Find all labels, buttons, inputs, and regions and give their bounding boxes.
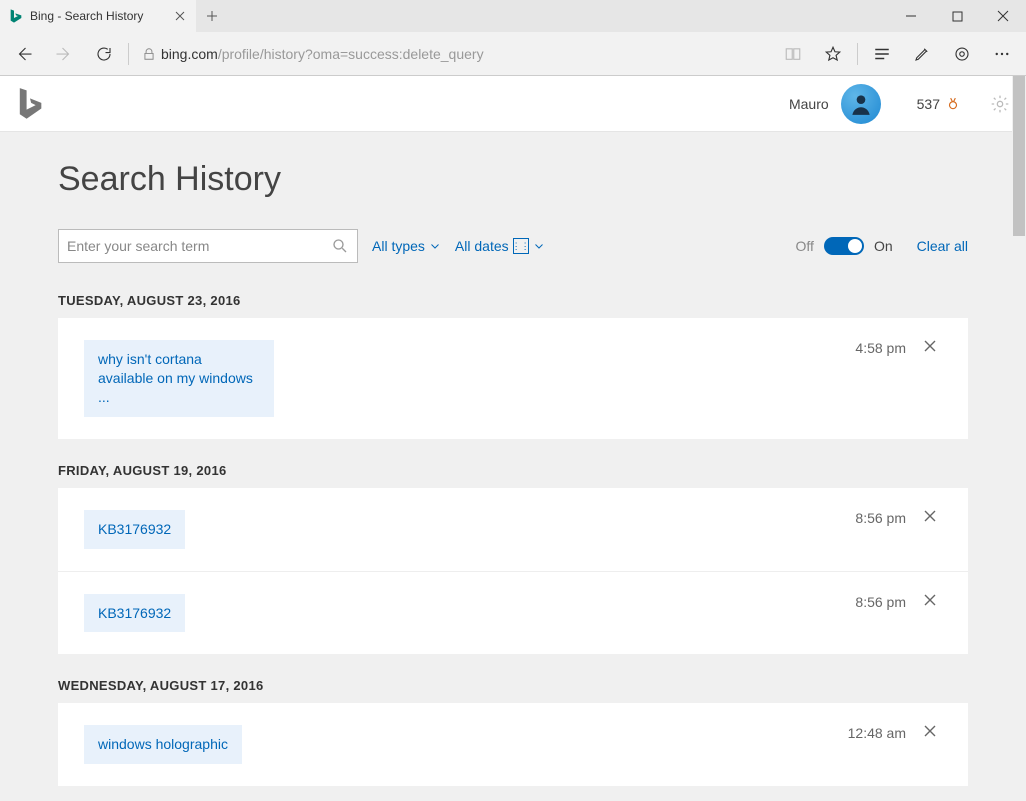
username-label[interactable]: Mauro (789, 96, 829, 112)
url-text: bing.com/profile/history?oma=success:del… (161, 46, 484, 62)
history-entry-time: 8:56 pm (855, 510, 906, 526)
toolbar-right (773, 34, 1022, 74)
history-query-link[interactable]: KB3176932 (84, 594, 185, 633)
vertical-scrollbar[interactable] (1012, 76, 1026, 801)
medal-icon (946, 97, 960, 111)
share-icon[interactable] (942, 34, 982, 74)
bing-header: Mauro 537 (0, 76, 1026, 132)
history-groups: TUESDAY, AUGUST 23, 2016 why isn't cortan… (58, 293, 968, 786)
more-icon[interactable] (982, 34, 1022, 74)
toggle-knob (848, 239, 862, 253)
webnote-icon[interactable] (902, 34, 942, 74)
date-header: FRIDAY, AUGUST 19, 2016 (58, 463, 968, 478)
tab-close-icon[interactable] (172, 8, 188, 24)
chevron-down-icon (429, 240, 441, 252)
lock-icon (137, 47, 161, 61)
address-bar[interactable]: bing.com/profile/history?oma=success:del… (137, 38, 769, 70)
history-entry: windows holographic 12:48 am (58, 703, 968, 786)
history-entry-time: 4:58 pm (855, 340, 906, 356)
window-minimize-button[interactable] (888, 0, 934, 32)
browser-toolbar: bing.com/profile/history?oma=success:del… (0, 32, 1026, 76)
scrollbar-thumb[interactable] (1013, 76, 1025, 236)
history-entry-time: 12:48 am (848, 725, 906, 741)
filter-dates-label: All dates (455, 238, 509, 254)
date-header: TUESDAY, AUGUST 23, 2016 (58, 293, 968, 308)
reading-view-icon[interactable] (773, 34, 813, 74)
toolbar-separator (857, 43, 858, 65)
settings-gear-icon[interactable] (990, 94, 1010, 114)
toggle-off-label: Off (796, 238, 814, 254)
calendar-icon: ⋮⋮ (513, 238, 529, 254)
toolbar-separator (128, 43, 129, 65)
url-path: /profile/history?oma=success:delete_quer… (218, 46, 484, 62)
history-entry-time: 8:56 pm (855, 594, 906, 610)
browser-tab[interactable]: Bing - Search History (0, 0, 196, 32)
hub-icon[interactable] (862, 34, 902, 74)
filter-dates[interactable]: All dates ⋮⋮ (455, 238, 545, 254)
history-toggle[interactable] (824, 237, 864, 255)
favorite-star-icon[interactable] (813, 34, 853, 74)
history-card: windows holographic 12:48 am (58, 703, 968, 786)
history-query-link[interactable]: KB3176932 (84, 510, 185, 549)
window-maximize-button[interactable] (934, 0, 980, 32)
filter-types[interactable]: All types (372, 238, 441, 254)
browser-titlebar: Bing - Search History (0, 0, 1026, 32)
delete-entry-icon[interactable] (924, 340, 942, 352)
nav-refresh-button[interactable] (84, 34, 124, 74)
filter-types-label: All types (372, 238, 425, 254)
history-entry: why isn't cortana available on my window… (58, 318, 968, 439)
points-value: 537 (917, 96, 940, 112)
history-search-input[interactable] (67, 238, 331, 254)
delete-entry-icon[interactable] (924, 725, 942, 737)
nav-back-button[interactable] (4, 34, 44, 74)
history-query-link[interactable]: windows holographic (84, 725, 242, 764)
bing-favicon-icon (8, 8, 24, 24)
rewards-points[interactable]: 537 (917, 96, 960, 112)
tab-title: Bing - Search History (30, 9, 172, 23)
history-search-box[interactable] (58, 229, 358, 263)
history-card: KB3176932 8:56 pm KB3176932 8:56 pm (58, 488, 968, 655)
history-query-link[interactable]: why isn't cortana available on my window… (84, 340, 274, 417)
history-card: why isn't cortana available on my window… (58, 318, 968, 439)
history-entry: KB3176932 8:56 pm (58, 571, 968, 655)
chevron-down-icon (533, 240, 545, 252)
controls-row: All types All dates ⋮⋮ Off On Clear all (58, 229, 968, 263)
history-toggle-area: Off On Clear all (796, 237, 968, 255)
page-title: Search History (58, 152, 968, 229)
toggle-on-label: On (874, 238, 893, 254)
delete-entry-icon[interactable] (924, 510, 942, 522)
url-domain: bing.com (161, 46, 218, 62)
history-entry: KB3176932 8:56 pm (58, 488, 968, 571)
window-controls (888, 0, 1026, 32)
avatar[interactable] (841, 84, 881, 124)
new-tab-button[interactable] (196, 0, 228, 32)
date-header: WEDNESDAY, AUGUST 17, 2016 (58, 678, 968, 693)
nav-forward-button[interactable] (44, 34, 84, 74)
content-area: Search History All types All dates ⋮⋮ Of… (58, 132, 968, 801)
page-viewport: Mauro 537 Search History All types (0, 76, 1026, 801)
search-icon[interactable] (331, 237, 349, 255)
bing-logo-icon[interactable] (16, 87, 44, 121)
delete-entry-icon[interactable] (924, 594, 942, 606)
window-close-button[interactable] (980, 0, 1026, 32)
clear-all-link[interactable]: Clear all (917, 238, 968, 254)
